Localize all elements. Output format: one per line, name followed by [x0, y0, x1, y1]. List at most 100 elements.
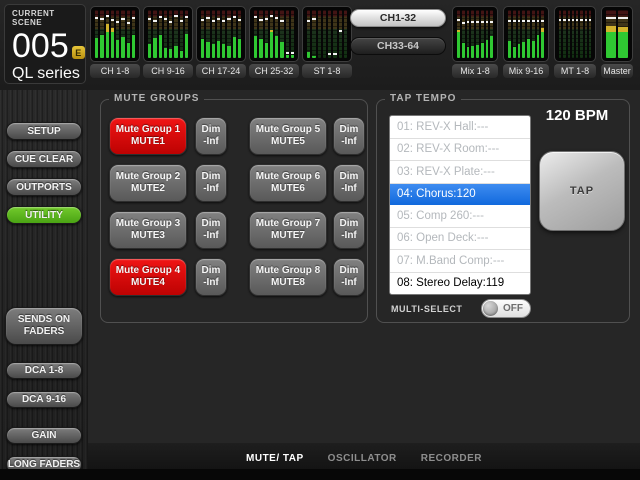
sidebar-item-outports[interactable]: OUTPORTS [6, 178, 82, 196]
meter-bar [522, 10, 525, 58]
meter-peak-indicator [541, 20, 544, 22]
current-scene-panel[interactable]: CURRENT SCENE 005 E QL series [4, 4, 86, 84]
meter-peak-indicator [121, 18, 124, 20]
meter-strip-ch-17-24[interactable]: CH 17-24 [196, 6, 246, 78]
meter-peak-indicator [259, 19, 262, 21]
dim-inf-8-button[interactable]: Dim-Inf [333, 258, 365, 296]
meter-peak-indicator [174, 15, 177, 17]
mute-group-2-button[interactable]: Mute Group 2MUTE2 [109, 164, 187, 202]
meter-strip-label: MT 1-8 [554, 64, 596, 78]
scene-number: 005 [12, 28, 69, 64]
meter-peak-indicator [291, 52, 294, 54]
meter-level-green [606, 32, 616, 58]
meter-bar [111, 10, 114, 58]
meter-level-yellow [270, 30, 273, 31]
meter-level-green [532, 41, 535, 58]
mute-group-6-button[interactable]: Mute Group 6MUTE6 [249, 164, 327, 202]
sidebar-item-dca-1-8[interactable]: DCA 1-8 [6, 362, 82, 379]
tap-button[interactable]: TAP [539, 151, 625, 231]
meter-peak-indicator [280, 20, 283, 22]
meter-strip-mt-1-8[interactable]: MT 1-8 [554, 6, 596, 78]
meter-level-green [153, 38, 156, 58]
bank-select-ch33-64[interactable]: CH33-64 [350, 37, 446, 55]
meter-peak-indicator [572, 19, 574, 21]
dim-value: -Inf [203, 183, 219, 195]
meter-strip-label: Mix 1-8 [452, 64, 498, 78]
meter-peak-indicator [127, 22, 130, 24]
meter-peak-indicator [286, 52, 289, 54]
meter-bar [568, 10, 570, 58]
meter-display [601, 6, 633, 62]
meter-strip-master[interactable]: Master [601, 6, 633, 78]
mute-group-5-button[interactable]: Mute Group 5MUTE5 [249, 117, 327, 155]
meter-peak-indicator [513, 20, 516, 22]
meter-level-green [490, 36, 493, 58]
effect-item-4[interactable]: 04: Chorus:120 [390, 184, 530, 206]
meter-strip-label: Mix 9-16 [503, 64, 549, 78]
meter-strip-st-1-8[interactable]: ST 1-8 [302, 6, 352, 78]
effect-item-5[interactable]: 05: Comp 260:--- [390, 205, 530, 228]
sidebar-item-sends-on-faders[interactable]: SENDS ON FADERS [5, 307, 83, 345]
multi-select-toggle[interactable]: OFF [481, 299, 531, 318]
dim-label: Dim [340, 265, 359, 277]
sidebar-item-gain[interactable]: GAIN [6, 427, 82, 444]
meter-level-green [233, 37, 236, 58]
sidebar-item-dca-9-16[interactable]: DCA 9-16 [6, 391, 82, 408]
meter-level-yellow [606, 26, 616, 31]
dim-inf-4-button[interactable]: Dim-Inf [195, 258, 227, 296]
mute-group-name: Mute Group 3 [116, 218, 180, 230]
meter-peak-indicator [585, 19, 587, 21]
meter-bar [486, 10, 489, 58]
meter-peak-indicator [238, 19, 241, 21]
meter-peak-indicator [132, 17, 135, 19]
mute-group-8-button[interactable]: Mute Group 8MUTE8 [249, 258, 327, 296]
dim-inf-1-button[interactable]: Dim-Inf [195, 117, 227, 155]
dim-label: Dim [202, 218, 221, 230]
meter-peak-indicator [180, 20, 183, 22]
meter-bar [518, 10, 521, 58]
tab-recorder[interactable]: RECORDER [421, 453, 482, 464]
bank-select-ch1-32[interactable]: CH1-32 [350, 9, 446, 27]
meter-level-green [307, 52, 310, 58]
dim-inf-5-button[interactable]: Dim-Inf [333, 117, 365, 155]
meter-peak-indicator [153, 20, 156, 22]
effect-item-1[interactable]: 01: REV-X Hall:--- [390, 116, 530, 139]
dim-inf-6-button[interactable]: Dim-Inf [333, 164, 365, 202]
sidebar-item-setup[interactable]: SETUP [6, 122, 82, 140]
meter-bar [328, 10, 331, 58]
effect-item-6[interactable]: 06: Open Deck:--- [390, 228, 530, 251]
meter-level-green [174, 46, 177, 58]
meter-bar [169, 10, 172, 58]
meter-strip-mix-1-8[interactable]: Mix 1-8 [452, 6, 498, 78]
meter-bar [585, 10, 587, 58]
tab-oscillator[interactable]: OSCILLATOR [328, 453, 397, 464]
effect-item-2[interactable]: 02: REV-X Room:--- [390, 139, 530, 162]
meter-level-yellow [618, 27, 628, 31]
effect-item-3[interactable]: 03: REV-X Plate:--- [390, 161, 530, 184]
meter-peak-indicator [559, 19, 561, 21]
meter-strip-label: CH 9-16 [143, 64, 193, 78]
dim-inf-7-button[interactable]: Dim-Inf [333, 211, 365, 249]
meter-peak-indicator [518, 20, 521, 22]
effect-item-8[interactable]: 08: Stereo Delay:119 [390, 273, 530, 295]
meter-bar [222, 10, 225, 58]
meter-bar [159, 10, 162, 58]
meter-level-green [127, 43, 130, 58]
effect-item-7[interactable]: 07: M.Band Comp:--- [390, 250, 530, 273]
mute-group-7-button[interactable]: Mute Group 7MUTE7 [249, 211, 327, 249]
mute-group-4-button[interactable]: Mute Group 4MUTE4 [109, 258, 187, 296]
sidebar-item-cue-clear[interactable]: CUE CLEAR [6, 150, 82, 168]
meter-strip-mix-9-16[interactable]: Mix 9-16 [503, 6, 549, 78]
mute-group-1-button[interactable]: Mute Group 1MUTE1 [109, 117, 187, 155]
meter-strip-ch-9-16[interactable]: CH 9-16 [143, 6, 193, 78]
dim-inf-2-button[interactable]: Dim-Inf [195, 164, 227, 202]
meter-bar [164, 10, 167, 58]
sidebar-item-utility[interactable]: UTILITY [6, 206, 82, 224]
meter-strip-ch-1-8[interactable]: CH 1-8 [90, 6, 140, 78]
meter-bar [559, 10, 561, 58]
dim-inf-3-button[interactable]: Dim-Inf [195, 211, 227, 249]
meter-level-green [286, 55, 289, 58]
meter-strip-ch-25-32[interactable]: CH 25-32 [249, 6, 299, 78]
tab-mute-tap[interactable]: MUTE/ TAP [246, 453, 304, 464]
mute-group-3-button[interactable]: Mute Group 3MUTE3 [109, 211, 187, 249]
